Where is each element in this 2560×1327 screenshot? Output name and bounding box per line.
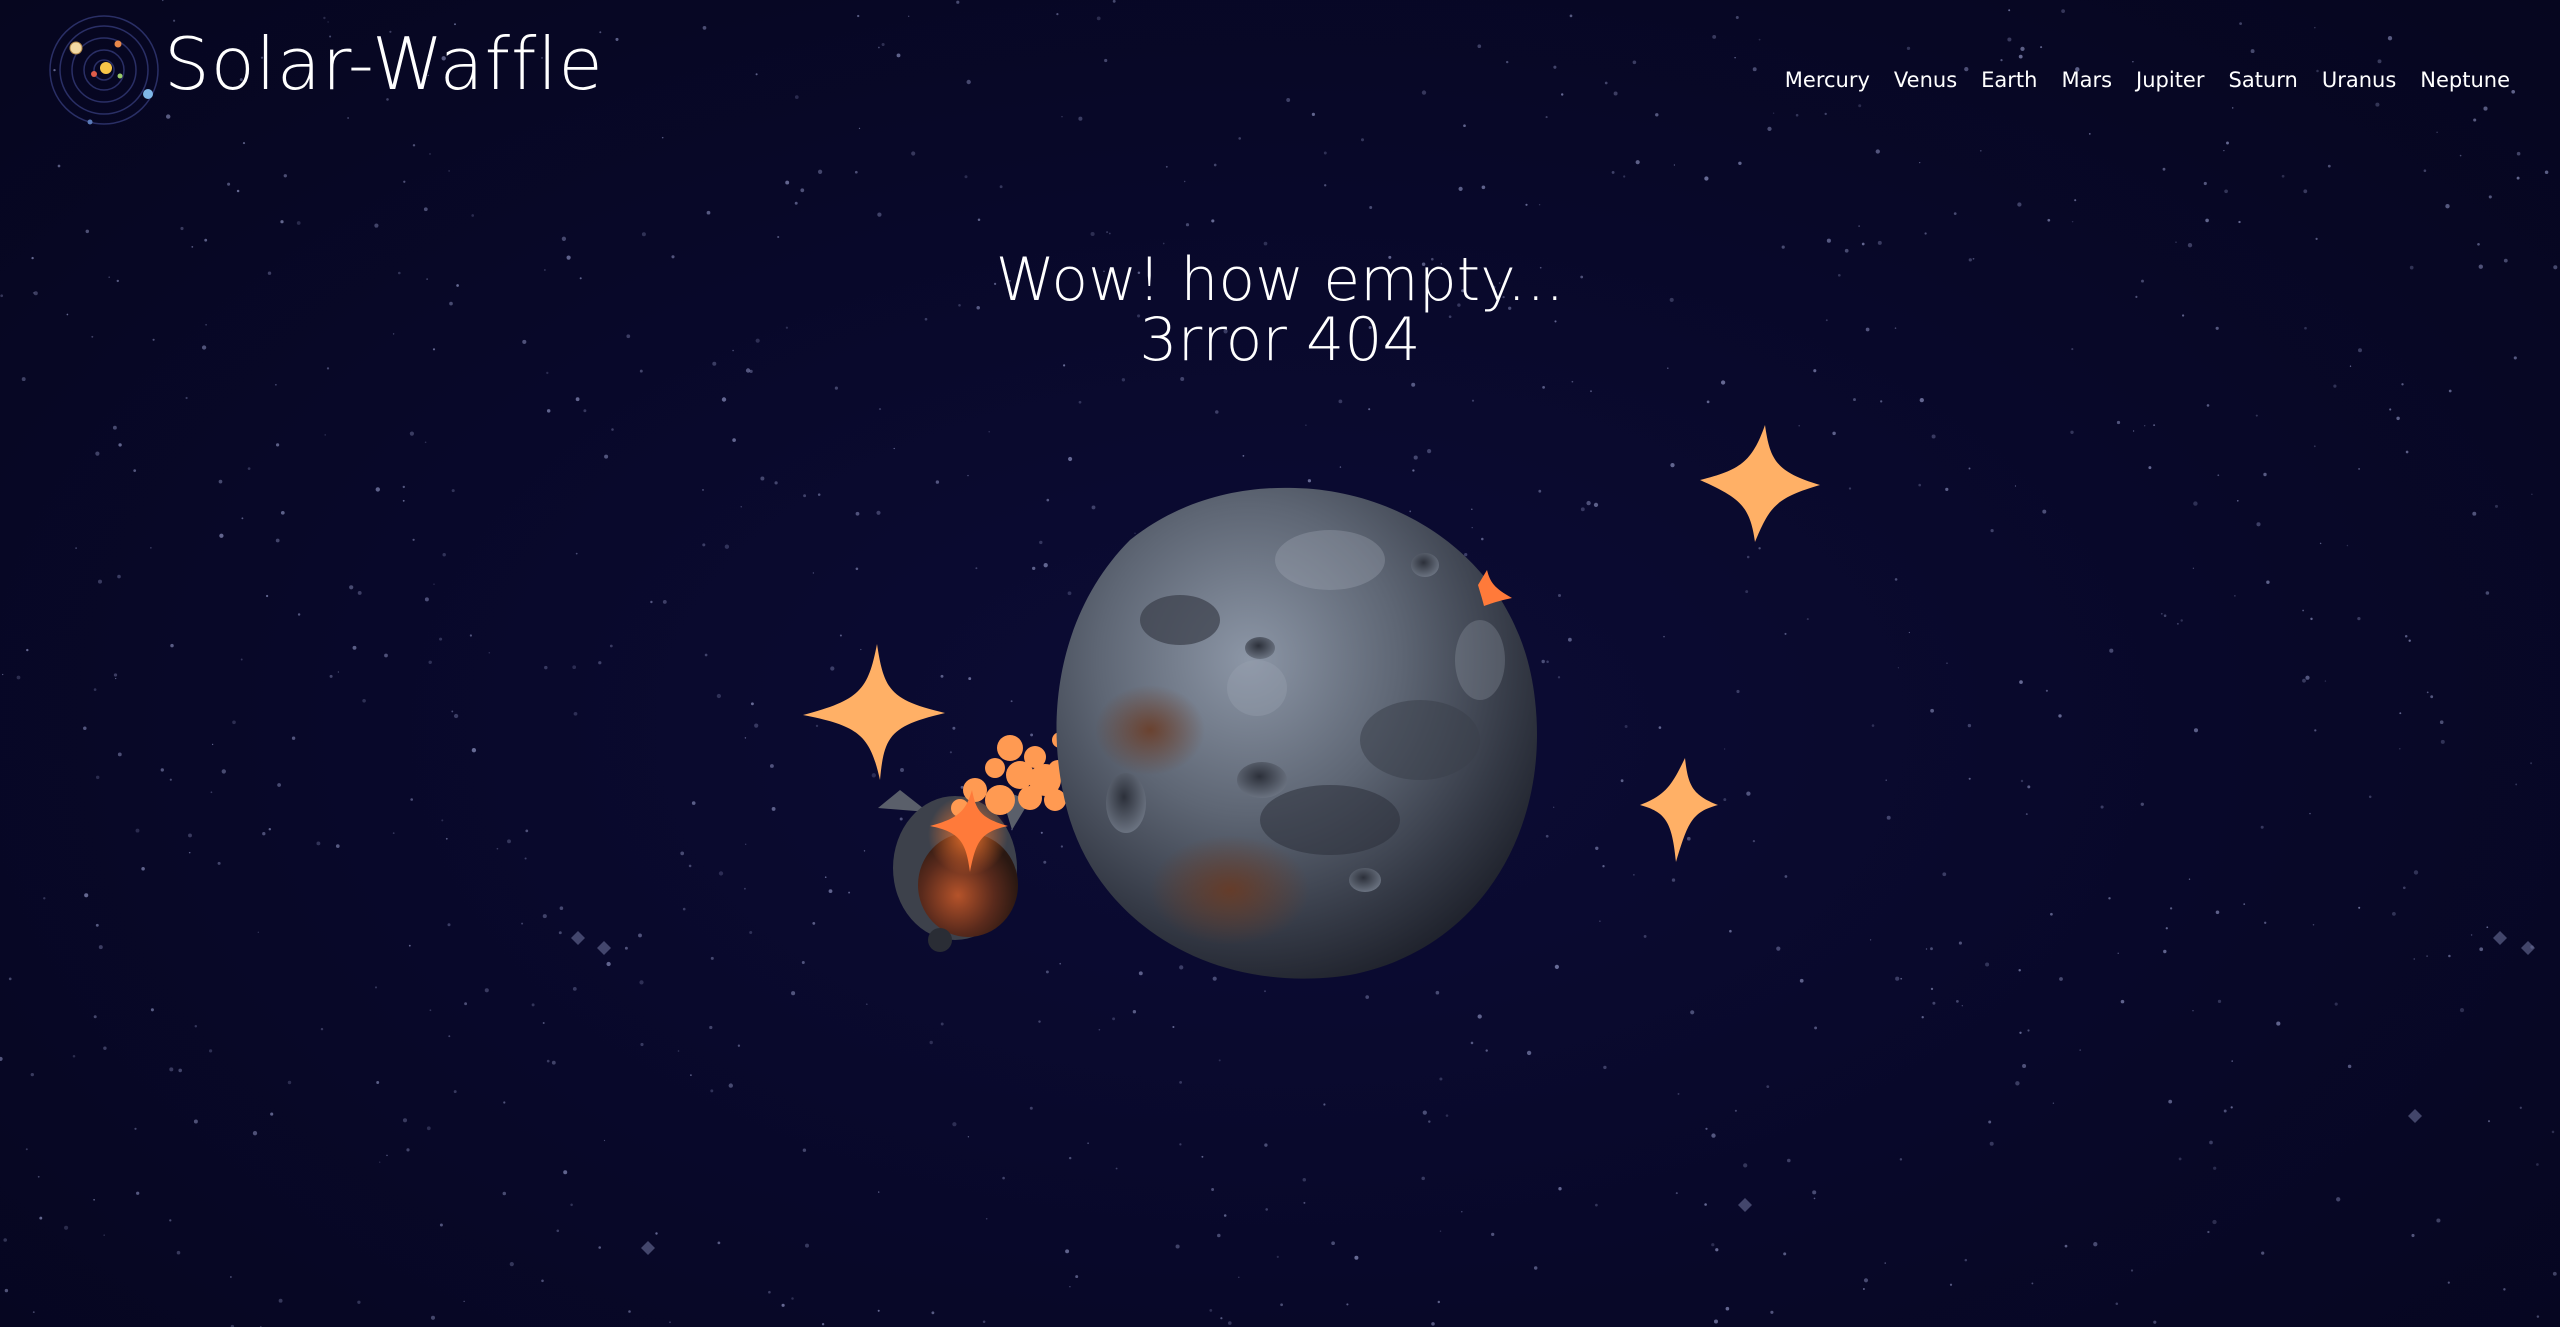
sparkle-star-icon	[1640, 758, 1718, 862]
crash-illustration	[803, 425, 1820, 979]
sparkle-star-icon	[803, 644, 945, 780]
error-page: Solar-Waffle Mercury Venus Earth Mars Ju…	[0, 0, 2560, 1327]
sparkle-star-icon	[1700, 425, 1820, 542]
asteroid-icon	[1056, 487, 1538, 979]
